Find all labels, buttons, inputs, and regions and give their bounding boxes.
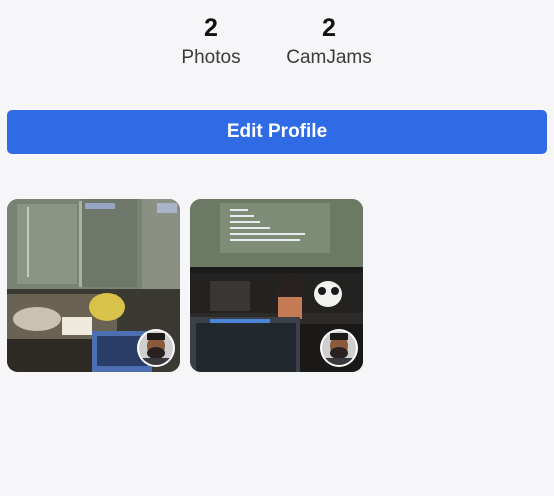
photo-tile[interactable] (190, 199, 363, 372)
user-avatar[interactable] (137, 329, 175, 367)
edit-profile-button[interactable]: Edit Profile (7, 110, 547, 154)
photo-tile[interactable] (7, 199, 180, 372)
user-avatar-icon (139, 331, 173, 365)
profile-page: 2 Photos 2 CamJams Edit Profile (0, 0, 554, 496)
user-avatar[interactable] (320, 329, 358, 367)
stat-photos[interactable]: 2 Photos (151, 14, 271, 70)
camjams-label: CamJams (286, 47, 372, 68)
stat-camjams[interactable]: 2 CamJams (269, 14, 389, 70)
photos-label: Photos (181, 47, 241, 68)
profile-stats: 2 Photos 2 CamJams (0, 14, 554, 74)
user-avatar-icon (322, 331, 356, 365)
photos-count: 2 (204, 14, 218, 42)
camjams-count: 2 (322, 14, 336, 42)
